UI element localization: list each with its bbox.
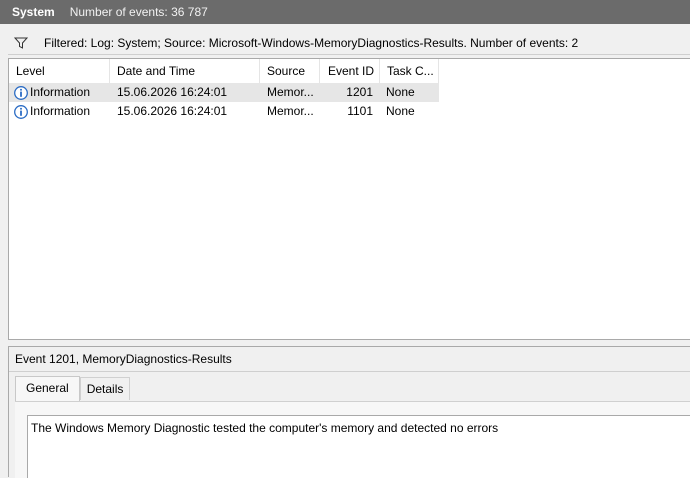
event-detail-title: Event 1201, MemoryDiagnostics-Results (15, 352, 232, 366)
task-category-cell: None (386, 85, 415, 99)
filter-funnel-icon (14, 37, 28, 49)
date-cell: 15.06.2026 16:24:01 (117, 104, 228, 118)
event-detail-pane: Event 1201, MemoryDiagnostics-Results Ge… (8, 346, 690, 478)
tab-details[interactable]: Details (79, 377, 131, 400)
detail-divider (9, 371, 690, 372)
task-category-cell: None (386, 104, 415, 118)
level-cell: Information (9, 83, 110, 102)
event-message-box[interactable]: The Windows Memory Diagnostic tested the… (27, 415, 690, 478)
column-header-level[interactable]: Level (9, 59, 110, 83)
log-title-bar: System Number of events: 36 787 (0, 0, 690, 24)
filter-bar: Filtered: Log: System; Source: Microsoft… (8, 32, 690, 55)
column-header-row: Level Date and Time Source Event ID Task… (9, 59, 439, 83)
tab-general[interactable]: General (15, 376, 80, 401)
date-cell: 15.06.2026 16:24:01 (117, 85, 228, 99)
events-list[interactable]: Level Date and Time Source Event ID Task… (8, 58, 690, 340)
filter-description: Filtered: Log: System; Source: Microsoft… (44, 36, 579, 50)
column-header-source[interactable]: Source (260, 59, 320, 83)
detail-tabs: General Details (15, 376, 131, 401)
event-count: Number of events: 36 787 (69, 5, 208, 19)
column-header-date-time[interactable]: Date and Time (110, 59, 260, 83)
information-icon (14, 85, 28, 100)
table-row[interactable]: Information 15.06.2026 16:24:01 Memor...… (9, 102, 439, 121)
log-name: System (12, 5, 55, 19)
event-id-cell: 1101 (347, 104, 373, 118)
event-message: The Windows Memory Diagnostic tested the… (31, 421, 499, 435)
column-header-task-category[interactable]: Task C... (380, 59, 439, 83)
level-cell: Information (9, 102, 110, 121)
event-id-cell: 1201 (346, 85, 373, 99)
level-text: Information (30, 85, 91, 99)
information-icon (14, 104, 28, 119)
column-header-event-id[interactable]: Event ID (320, 59, 380, 83)
source-cell: Memor... (267, 85, 314, 99)
source-cell: Memor... (267, 104, 314, 118)
table-row[interactable]: Information 15.06.2026 16:24:01 Memor...… (9, 83, 439, 102)
level-text: Information (30, 104, 91, 118)
